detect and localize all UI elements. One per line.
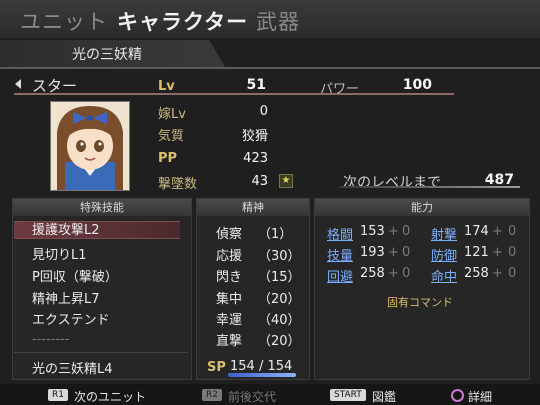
ability-bonus: + (492, 266, 503, 281)
prev-arrow-icon[interactable] (15, 79, 21, 89)
yome-value: 0 (259, 104, 268, 119)
character-portrait (50, 101, 130, 191)
swap-label: 前後交代 (228, 390, 277, 404)
skill-item[interactable]: 援護攻撃L2 (14, 221, 180, 239)
ability-header: 能力 (315, 199, 529, 216)
sp-value: 154 / 154 (230, 359, 293, 374)
ability-bonus: 0 (402, 224, 411, 239)
ability-name[interactable]: 命中 (431, 266, 457, 285)
details-label[interactable]: 詳細 (468, 388, 492, 405)
lv-value: 51 (246, 77, 266, 93)
ability-name[interactable]: 射撃 (431, 224, 457, 243)
next-unit-label[interactable]: 次のユニット (74, 388, 146, 405)
kills-value: 43 (251, 174, 268, 189)
skill-item[interactable]: P回収（撃破） (32, 266, 118, 285)
skills-header: 特殊技能 (13, 199, 191, 216)
next-level-underline (340, 186, 520, 188)
ace-star-icon: ★ (279, 174, 293, 188)
ability-bonus: 0 (508, 266, 517, 281)
ability-bonus: + (388, 224, 399, 239)
spirit-name[interactable]: 直撃 (216, 330, 242, 349)
tab-character[interactable]: キャラクター (117, 6, 248, 36)
ability-value: 258 (360, 266, 385, 281)
skill-unique[interactable]: 光の三妖精L4 (32, 358, 113, 377)
ability-bonus: + (492, 245, 503, 260)
ability-bonus: 0 (508, 245, 517, 260)
tab-weapon[interactable]: 武器 (256, 6, 300, 36)
circle-button-icon[interactable] (451, 389, 464, 402)
fixed-command-label: 固有コマンド (387, 296, 453, 309)
sp-gauge-fill (228, 373, 296, 377)
spirit-cost: （20） (258, 292, 301, 307)
sp-label: SP (207, 360, 226, 375)
skill-item-empty: -------- (32, 332, 70, 347)
power-label: パワー (320, 82, 360, 97)
r1-button[interactable]: R1 (48, 389, 68, 401)
portrait-image (51, 102, 129, 190)
kills-label: 撃墜数 (158, 177, 198, 192)
power-value: 100 (402, 77, 432, 93)
ability-bonus: 0 (402, 245, 411, 260)
ability-value: 193 (360, 245, 385, 260)
encyclopedia-label[interactable]: 図鑑 (372, 388, 396, 405)
spirit-cost: （30） (258, 249, 301, 264)
ability-bonus: 0 (402, 266, 411, 281)
skill-item[interactable]: 精神上昇L7 (32, 288, 100, 307)
ability-bonus: + (492, 224, 503, 239)
ability-name[interactable]: 技量 (327, 245, 353, 264)
divider (0, 67, 540, 69)
spirit-cost: （15） (258, 270, 301, 285)
ability-value: 258 (464, 266, 489, 281)
pp-label: PP (158, 151, 178, 166)
ability-bonus: 0 (508, 224, 517, 239)
spirit-name[interactable]: 閃き (216, 266, 242, 285)
spirit-cost: （20） (258, 334, 301, 349)
kishitsu-label: 気質 (158, 129, 185, 144)
yome-label: 嫁Lv (158, 107, 186, 122)
lv-label: Lv (158, 79, 175, 94)
kishitsu-value: 狡猾 (241, 129, 268, 144)
tab-unit[interactable]: ユニット (20, 6, 108, 36)
ability-name[interactable]: 格闘 (327, 224, 353, 243)
spirit-name[interactable]: 集中 (216, 288, 242, 307)
divider (14, 352, 188, 353)
spirit-cost: （1） (258, 227, 293, 242)
ability-bonus: + (388, 266, 399, 281)
ability-name[interactable]: 回避 (327, 266, 353, 285)
spirit-header: 精神 (197, 199, 309, 216)
unit-title: 光の三妖精 (72, 47, 142, 63)
skill-item[interactable]: エクステンド (32, 309, 110, 328)
start-button[interactable]: START (330, 389, 366, 401)
skill-item[interactable]: 見切りL1 (32, 244, 87, 263)
spirit-name[interactable]: 応援 (216, 245, 242, 264)
spirit-cost: （40） (258, 313, 301, 328)
sp-gauge (228, 373, 296, 377)
ability-bonus: + (388, 245, 399, 260)
ability-value: 121 (464, 245, 489, 260)
ability-value: 174 (464, 224, 489, 239)
pp-value: 423 (243, 151, 268, 166)
ability-value: 153 (360, 224, 385, 239)
spirit-name[interactable]: 偵察 (216, 223, 242, 242)
r2-button: R2 (202, 389, 222, 401)
character-name: スター (32, 77, 78, 95)
ability-name[interactable]: 防御 (431, 245, 457, 264)
spirit-name[interactable]: 幸運 (216, 309, 242, 328)
next-level-label: 次のレベルまで (343, 175, 441, 191)
